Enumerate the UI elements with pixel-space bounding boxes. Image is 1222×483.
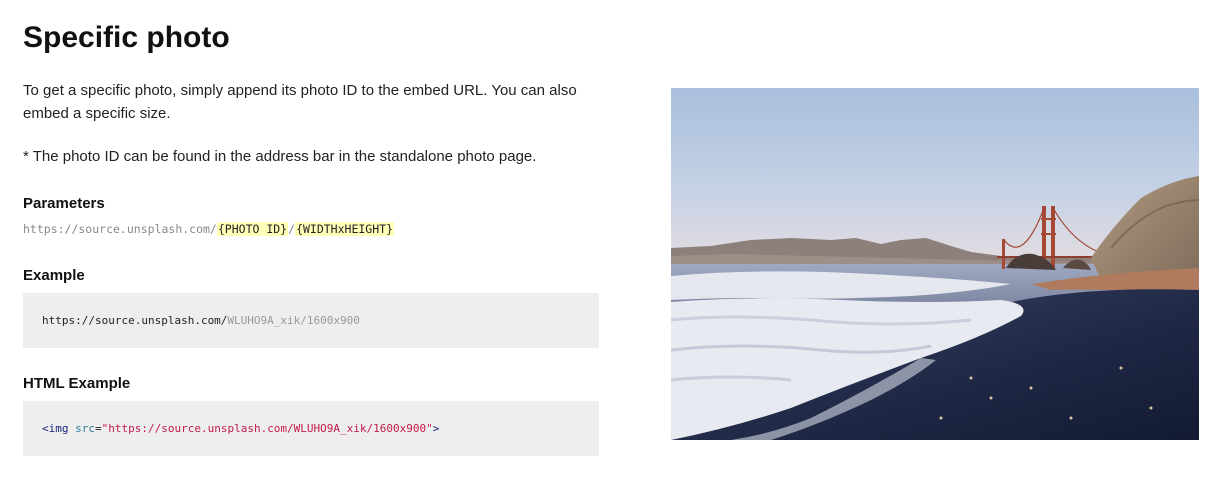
tag-close-bracket: > [432, 422, 440, 435]
attribute-equals: = [95, 422, 102, 435]
photo-id-note: * The photo ID can be found in the addre… [23, 148, 537, 165]
attribute-value: "https://source.unsplash.com/WLUHO9A_xik… [101, 422, 433, 435]
intro-paragraph: To get a specific photo, simply append i… [23, 82, 577, 122]
photo-id-placeholder: {PHOTO ID} [216, 222, 289, 236]
example-photo-id: WLUHO9A_xik [227, 314, 301, 327]
example-url-base: https://source.unsplash.com/ [42, 314, 228, 327]
size-placeholder: {WIDTHxHEIGHT} [295, 222, 394, 236]
html-example-heading: HTML Example [23, 375, 131, 392]
tag-name: img [48, 422, 69, 435]
example-heading: Example [23, 267, 85, 284]
example-url-separator: / [300, 314, 307, 327]
parameters-heading: Parameters [23, 195, 105, 212]
parameters-url-pattern: https://source.unsplash.com/{PHOTO ID}/{… [23, 220, 394, 238]
example-size: 1600x900 [306, 314, 360, 327]
page-title: Specific photo [23, 21, 230, 54]
attribute-name: src [75, 422, 95, 435]
tag-open-bracket: < [42, 422, 49, 435]
url-base: https://source.unsplash.com/ [23, 222, 217, 236]
html-example-code-block: <img src="https://source.unsplash.com/WL… [23, 401, 599, 456]
example-photo [671, 88, 1199, 440]
example-code-block: https://source.unsplash.com/WLUHO9A_xik/… [23, 293, 599, 348]
